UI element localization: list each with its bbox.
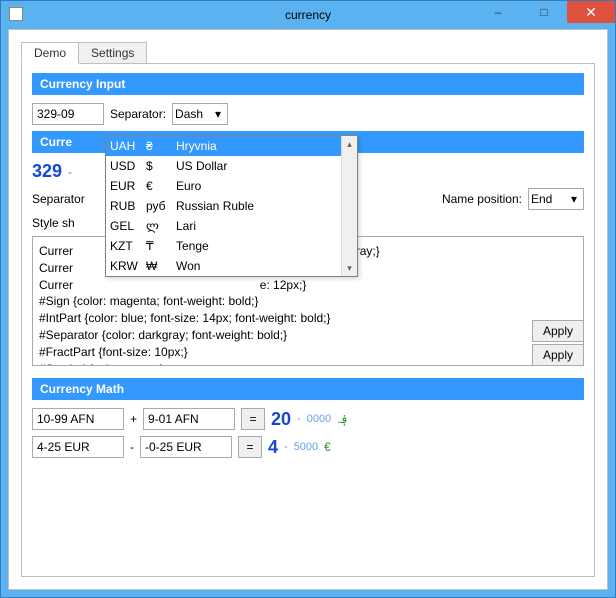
currency-input-row: Separator: Dash ▾ UAH ₴ Hryvnia USD$US D… (32, 103, 584, 125)
math-b2-input[interactable] (140, 436, 232, 458)
client-area: Demo Settings Currency Input Separator: … (8, 29, 608, 590)
math-a2-input[interactable] (32, 436, 124, 458)
result1-symbol: .؋ (337, 412, 347, 426)
dropdown-item-krw[interactable]: KRW₩Won (106, 256, 357, 276)
result1-int: 20 (271, 409, 291, 430)
math-row-1: + = 20 - 0000 .؋ (32, 408, 584, 430)
equals-button-2[interactable]: = (238, 436, 262, 458)
math-op2: - (130, 440, 134, 454)
dropdown-item-uah[interactable]: UAH ₴ Hryvnia (106, 136, 357, 156)
dropdown-item-rub[interactable]: RUBрубRussian Ruble (106, 196, 357, 216)
window-controls: – □ ✕ (475, 1, 615, 23)
math-row-2: - = 4 - 5000 € (32, 436, 584, 458)
chevron-down-icon: ▾ (211, 107, 225, 121)
dropdown-item-gel[interactable]: GELლLari (106, 216, 357, 236)
window-title: currency (285, 8, 331, 22)
dropdown-scrollbar[interactable]: ▴ ▾ (341, 136, 357, 276)
maximize-button[interactable]: □ (521, 1, 567, 23)
dropdown-item-eur[interactable]: EUR€Euro (106, 176, 357, 196)
section-currency-input-header: Currency Input (32, 73, 584, 95)
separator-select-value: Dash (175, 107, 203, 121)
result1-frac: 0000 (307, 413, 331, 425)
result2-symbol: € (324, 440, 331, 454)
tab-settings[interactable]: Settings (78, 42, 147, 63)
titlebar[interactable]: currency – □ ✕ (1, 1, 615, 29)
currency-dropdown[interactable]: UAH ₴ Hryvnia USD$US Dollar EUR€Euro RUB… (105, 135, 358, 277)
separator-select[interactable]: Dash ▾ (172, 103, 228, 125)
result2-frac: 5000 (294, 441, 318, 453)
app-icon (9, 7, 23, 21)
tab-strip: Demo Settings (21, 42, 595, 64)
section-currency-math: Currency Math + = 20 - 0000 .؋ - = 4 (32, 378, 584, 458)
name-position-select[interactable]: End ▾ (528, 188, 584, 210)
name-position-label: Name position: (442, 192, 522, 206)
equals-button-1[interactable]: = (241, 408, 265, 430)
dropdown-item-usd[interactable]: USD$US Dollar (106, 156, 357, 176)
apply-button[interactable]: Apply (532, 320, 584, 342)
result1-sep: - (297, 413, 301, 425)
section-currency-math-header: Currency Math (32, 378, 584, 400)
tab-demo[interactable]: Demo (21, 42, 79, 64)
scroll-down-icon[interactable]: ▾ (342, 260, 357, 276)
style-sheet-label: Style sh (32, 216, 75, 230)
display-int: 329 (32, 161, 62, 182)
math-a1-input[interactable] (32, 408, 124, 430)
chevron-down-icon: ▾ (567, 192, 581, 206)
sep-row-label: Separator (32, 192, 85, 206)
dropdown-item-kzt[interactable]: KZT₸Tenge (106, 236, 357, 256)
demo-panel: Currency Input Separator: Dash ▾ UAH ₴ H… (21, 63, 595, 577)
minimize-button[interactable]: – (475, 1, 521, 23)
apply-button[interactable]: Apply (532, 344, 584, 366)
window-frame: currency – □ ✕ Demo Settings Currency In… (0, 0, 616, 598)
math-op1: + (130, 412, 137, 426)
currency-value-input[interactable] (32, 103, 104, 125)
close-button[interactable]: ✕ (567, 1, 615, 23)
scroll-up-icon[interactable]: ▴ (342, 136, 357, 152)
result2-int: 4 (268, 437, 278, 458)
separator-label: Separator: (110, 107, 166, 121)
math-b1-input[interactable] (143, 408, 235, 430)
result2-sep: - (284, 441, 288, 453)
